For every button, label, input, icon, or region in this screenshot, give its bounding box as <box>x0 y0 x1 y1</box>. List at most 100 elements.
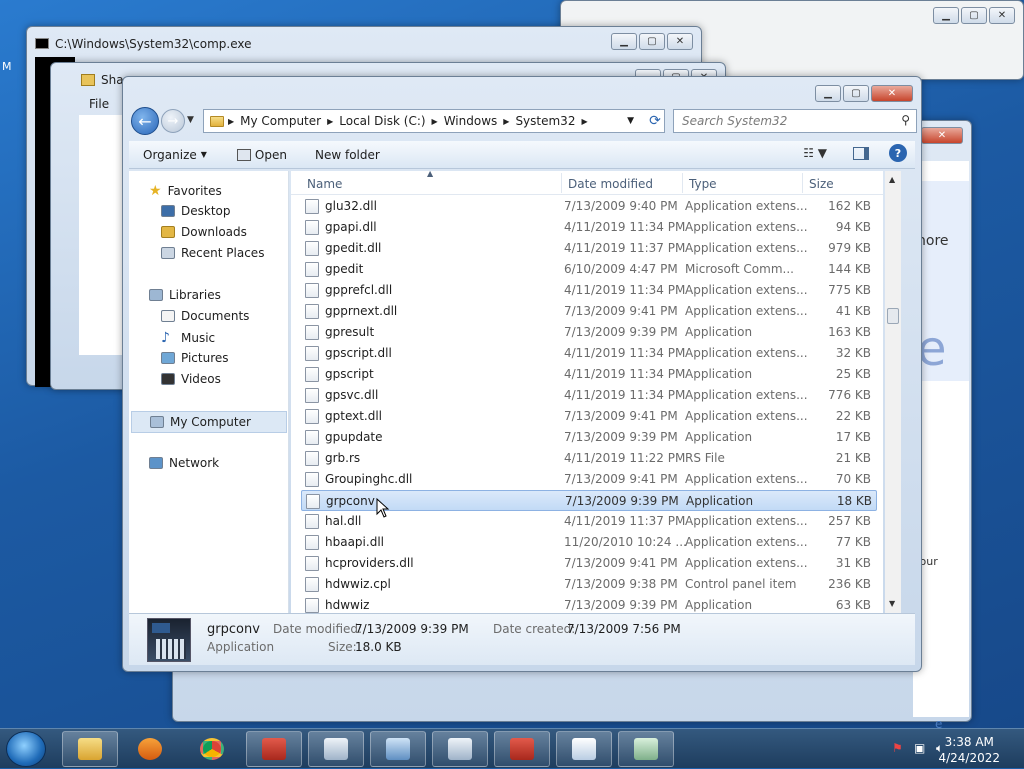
file-name: hdwwiz <box>325 598 370 612</box>
file-type: Application extens... <box>685 241 808 255</box>
file-row[interactable]: gpresult 7/13/2009 9:39 PM Application 163 … <box>301 322 877 343</box>
sidebar-item-pictures[interactable]: Pictures <box>161 351 229 365</box>
breadcrumb-local-disk[interactable]: Local Disk (C:) <box>333 114 431 128</box>
preview-pane-icon[interactable] <box>853 146 869 160</box>
sidebar-item-recent-places[interactable]: Recent Places <box>161 246 264 260</box>
sidebar-label: Network <box>169 456 220 470</box>
file-row[interactable]: gpsvc.dll 4/11/2019 11:34 PM Application e… <box>301 385 877 406</box>
file-row[interactable]: glu32.dll 7/13/2009 9:40 PM Application ex… <box>301 196 877 217</box>
file-row[interactable]: hbaapi.dll 11/20/2010 10:24 ... Applicatio… <box>301 532 877 553</box>
column-type[interactable]: Type <box>689 177 717 191</box>
file-row[interactable]: gpedit.dll 4/11/2019 11:37 PM Application … <box>301 238 877 259</box>
star-icon: ★ <box>149 183 162 199</box>
sidebar-item-desktop[interactable]: Desktop <box>161 204 231 218</box>
address-bar[interactable]: ▶ My Computer ▶ Local Disk (C:) ▶ Window… <box>203 109 665 133</box>
maximize-button[interactable]: ▢ <box>639 33 665 50</box>
close-button[interactable]: ✕ <box>871 85 913 102</box>
file-row[interactable]: gptext.dll 7/13/2009 9:41 PM Application e… <box>301 406 877 427</box>
cmd-icon <box>35 38 49 49</box>
clock[interactable]: 3:38 AM 4/24/2022 <box>938 734 1000 766</box>
file-row[interactable]: gpupdate 7/13/2009 9:39 PM Application 17 K… <box>301 427 877 448</box>
taskbar-app-window-button[interactable] <box>432 731 488 767</box>
file-name: hal.dll <box>325 514 362 528</box>
window-icon <box>324 738 348 760</box>
start-button[interactable] <box>6 731 46 767</box>
explorer-window[interactable]: ▁ ▢ ✕ ← → ▼ ▶ My Computer ▶ Local Disk (… <box>122 76 922 672</box>
file-list[interactable]: Name ▲ Date modified Type Size glu32.dll… <box>291 171 883 613</box>
file-row[interactable]: gpscript 4/11/2019 11:34 PM Application 25 … <box>301 364 877 385</box>
file-date: 7/13/2009 9:41 PM <box>564 409 678 423</box>
sidebar-item-favorites[interactable]: ★ Favorites <box>149 183 222 199</box>
help-icon[interactable]: ? <box>889 144 907 162</box>
sidebar-item-my-computer[interactable]: My Computer <box>131 411 287 433</box>
file-row[interactable]: hdwwiz 7/13/2009 9:39 PM Application 63 KB <box>301 595 877 613</box>
sidebar-item-network[interactable]: Network <box>149 456 219 470</box>
file-row[interactable]: gpscript.dll 4/11/2019 11:34 PM Applicatio… <box>301 343 877 364</box>
column-size[interactable]: Size <box>809 177 834 191</box>
file-row[interactable]: hdwwiz.cpl 7/13/2009 9:38 PM Control panel… <box>301 574 877 595</box>
file-row[interactable]: gpprnext.dll 7/13/2009 9:41 PM Application… <box>301 301 877 322</box>
file-row[interactable]: gpprefcl.dll 4/11/2019 11:34 PM Applicatio… <box>301 280 877 301</box>
minimize-button[interactable]: ▁ <box>933 7 959 24</box>
organize-button[interactable]: Organize ▼ <box>129 148 217 162</box>
open-button[interactable]: Open <box>217 148 297 162</box>
minimize-button[interactable]: ▁ <box>611 33 637 50</box>
network-status-icon[interactable]: ▣ <box>914 741 928 755</box>
minimize-button[interactable]: ▁ <box>815 85 841 102</box>
breadcrumb-windows[interactable]: Windows <box>438 114 504 128</box>
breadcrumb-system32[interactable]: System32 <box>509 114 581 128</box>
forward-button[interactable]: → <box>161 109 185 133</box>
scroll-up-icon[interactable]: ▲ <box>889 175 895 184</box>
taskbar-media-player-button[interactable] <box>122 731 178 767</box>
address-dropdown-icon[interactable]: ▼ <box>627 116 634 126</box>
taskbar-window-button[interactable] <box>308 731 364 767</box>
breadcrumb-my-computer[interactable]: My Computer <box>234 114 327 128</box>
sidebar-item-music[interactable]: ♪ Music <box>161 330 215 346</box>
back-button[interactable]: ← <box>131 107 159 135</box>
view-options-icon[interactable]: ☷ ▼ <box>803 146 827 160</box>
sidebar-item-libraries[interactable]: Libraries <box>149 288 221 302</box>
sidebar-item-videos[interactable]: Videos <box>161 372 221 386</box>
close-button[interactable]: ✕ <box>989 7 1015 24</box>
details-date-modified: 7/13/2009 9:39 PM <box>355 622 469 636</box>
scroll-down-icon[interactable]: ▼ <box>889 599 895 608</box>
taskbar-toolbox-button[interactable] <box>246 731 302 767</box>
search-input[interactable]: Search System32 ⚲ <box>673 109 917 133</box>
scrollbar-thumb[interactable] <box>887 308 899 324</box>
file-date: 7/13/2009 9:38 PM <box>564 577 678 591</box>
close-button[interactable]: ✕ <box>667 33 693 50</box>
file-row[interactable]: gpedit 6/10/2009 4:47 PM Microsoft Comm...… <box>301 259 877 280</box>
file-row[interactable]: hcproviders.dll 7/13/2009 9:41 PM Applicat… <box>301 553 877 574</box>
file-type: RS File <box>685 451 725 465</box>
media-player-icon <box>138 738 162 760</box>
taskbar-notepad-button[interactable] <box>556 731 612 767</box>
search-icon[interactable]: ⚲ <box>901 113 910 127</box>
file-row[interactable]: grb.rs 4/11/2019 11:22 PM RS File 21 KB <box>301 448 877 469</box>
file-icon <box>305 220 319 235</box>
taskbar-toolbox-button-2[interactable] <box>494 731 550 767</box>
file-size: 21 KB <box>835 451 871 465</box>
taskbar-chrome-button[interactable] <box>184 731 240 767</box>
close-button[interactable]: ✕ <box>921 127 963 144</box>
taskbar-explorer-button[interactable] <box>62 731 118 767</box>
details-date-created: 7/13/2009 7:56 PM <box>567 622 681 636</box>
recent-pages-dropdown-icon[interactable]: ▼ <box>187 115 194 125</box>
file-row[interactable]: gpapi.dll 4/11/2019 11:34 PM Application e… <box>301 217 877 238</box>
new-folder-button[interactable]: New folder <box>297 148 390 162</box>
vertical-scrollbar[interactable]: ▲ ▼ <box>885 171 901 613</box>
taskbar-control-panel-button[interactable] <box>370 731 426 767</box>
taskbar-document-button[interactable] <box>618 731 674 767</box>
file-menu[interactable]: File <box>89 97 109 111</box>
maximize-button[interactable]: ▢ <box>961 7 987 24</box>
sidebar-item-downloads[interactable]: Downloads <box>161 225 247 239</box>
breadcrumb-separator-icon[interactable]: ▶ <box>581 117 587 126</box>
column-date-modified[interactable]: Date modified <box>568 177 653 191</box>
column-name[interactable]: Name <box>307 177 342 191</box>
share-icon <box>81 74 95 86</box>
sidebar-item-documents[interactable]: Documents <box>161 309 249 323</box>
refresh-icon[interactable]: ⟳ <box>643 109 667 133</box>
file-date: 4/11/2019 11:37 PM <box>564 241 686 255</box>
file-row[interactable]: Groupinghc.dll 7/13/2009 9:41 PM Applicati… <box>301 469 877 490</box>
flag-icon[interactable]: ⚑ <box>892 741 906 755</box>
maximize-button[interactable]: ▢ <box>843 85 869 102</box>
